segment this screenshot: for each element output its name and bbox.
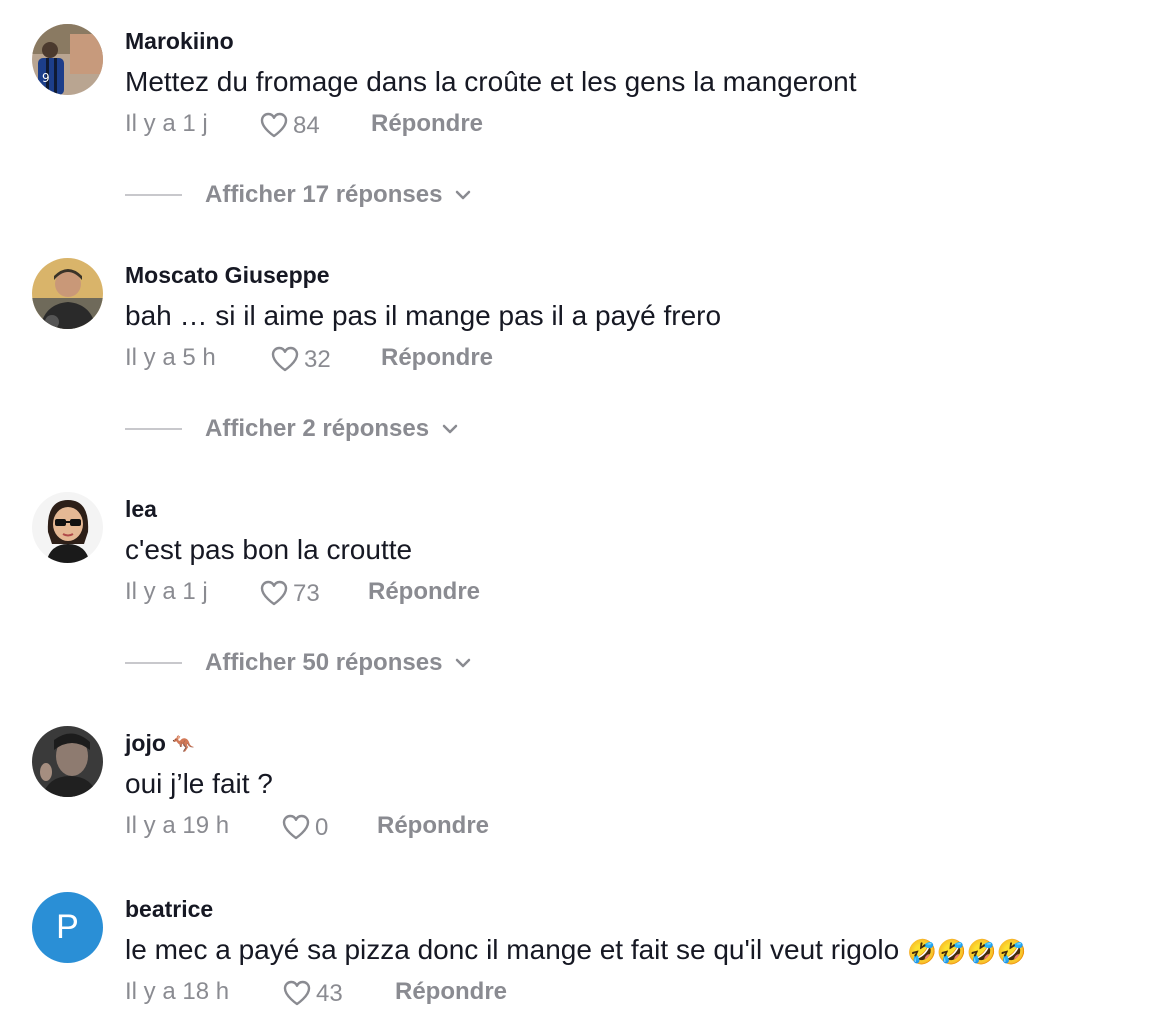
heart-outline-icon <box>260 112 288 137</box>
like-button[interactable]: 84 <box>259 109 320 140</box>
like-button[interactable]: 43 <box>282 977 343 1008</box>
like-button[interactable]: 32 <box>270 343 331 374</box>
like-button[interactable]: 0 <box>281 811 328 842</box>
reply-button[interactable]: Répondre <box>381 344 493 372</box>
comment-username[interactable]: lea <box>125 496 157 523</box>
comment-text-body: le mec a payé sa pizza donc il mange et … <box>125 934 900 965</box>
comment-text: Mettez du fromage dans la croûte et les … <box>125 66 857 97</box>
comment-text: c'est pas bon la croutte <box>125 534 413 565</box>
rofl-emoji: 🤣🤣🤣🤣 <box>907 937 1027 966</box>
chevron-down-icon <box>442 424 458 434</box>
view-replies-button[interactable]: Afficher 17 réponses <box>125 180 472 210</box>
reply-button[interactable]: Répondre <box>371 110 483 138</box>
view-replies-button[interactable]: Afficher 2 réponses <box>125 414 459 444</box>
like-count: 84 <box>293 112 320 139</box>
comment-time: Il y a 18 h <box>125 978 230 1005</box>
like-count: 0 <box>315 814 329 841</box>
avatar[interactable]: P <box>32 892 103 963</box>
comment-text: le mec a payé sa pizza donc il mange et … <box>125 934 1027 966</box>
comment-text: bah … si il aime pas il mange pas il a p… <box>125 300 722 331</box>
chevron-down-icon <box>456 658 471 668</box>
reply-button[interactable]: Répondre <box>377 812 489 840</box>
comment-time: Il y a 19 h <box>125 812 230 839</box>
comment-username[interactable]: Moscato Giuseppe <box>125 262 329 289</box>
like-count: 73 <box>293 580 320 607</box>
kangaroo-emoji: 🦘 <box>172 734 195 756</box>
comment-time: Il y a 1 j <box>125 578 208 605</box>
heart-outline-icon <box>271 346 299 371</box>
divider <box>125 428 182 430</box>
reply-button[interactable]: Répondre <box>368 578 480 606</box>
comment-username[interactable]: Marokiino <box>125 28 234 55</box>
heart-outline-icon <box>283 980 311 1005</box>
view-replies-label: Afficher 2 réponses <box>205 415 430 442</box>
divider <box>125 662 182 664</box>
like-count: 32 <box>304 346 331 373</box>
avatar[interactable]: 9 <box>32 24 103 95</box>
comment-time: Il y a 1 j <box>125 110 208 137</box>
chevron-down-icon <box>456 190 471 200</box>
like-count: 43 <box>316 980 343 1007</box>
view-replies-label: Afficher 17 réponses <box>205 181 443 208</box>
comment-time: Il y a 5 h <box>125 344 216 371</box>
heart-outline-icon <box>260 580 288 605</box>
svg-text:9: 9 <box>42 71 50 85</box>
view-replies-button[interactable]: Afficher 50 réponses <box>125 648 472 678</box>
view-replies-label: Afficher 50 réponses <box>205 649 443 676</box>
like-button[interactable]: 73 <box>259 577 320 608</box>
comment-username-text: jojo <box>125 730 166 756</box>
avatar-letter: P <box>56 908 79 946</box>
avatar[interactable] <box>32 726 103 797</box>
reply-button[interactable]: Répondre <box>395 978 507 1006</box>
comment-username[interactable]: beatrice <box>125 896 213 923</box>
avatar[interactable] <box>32 492 103 563</box>
avatar[interactable] <box>32 258 103 329</box>
comment-username[interactable]: jojo 🦘 <box>125 730 195 757</box>
divider <box>125 194 182 196</box>
heart-outline-icon <box>282 814 310 839</box>
comment-text: oui j’le fait ? <box>125 768 273 799</box>
